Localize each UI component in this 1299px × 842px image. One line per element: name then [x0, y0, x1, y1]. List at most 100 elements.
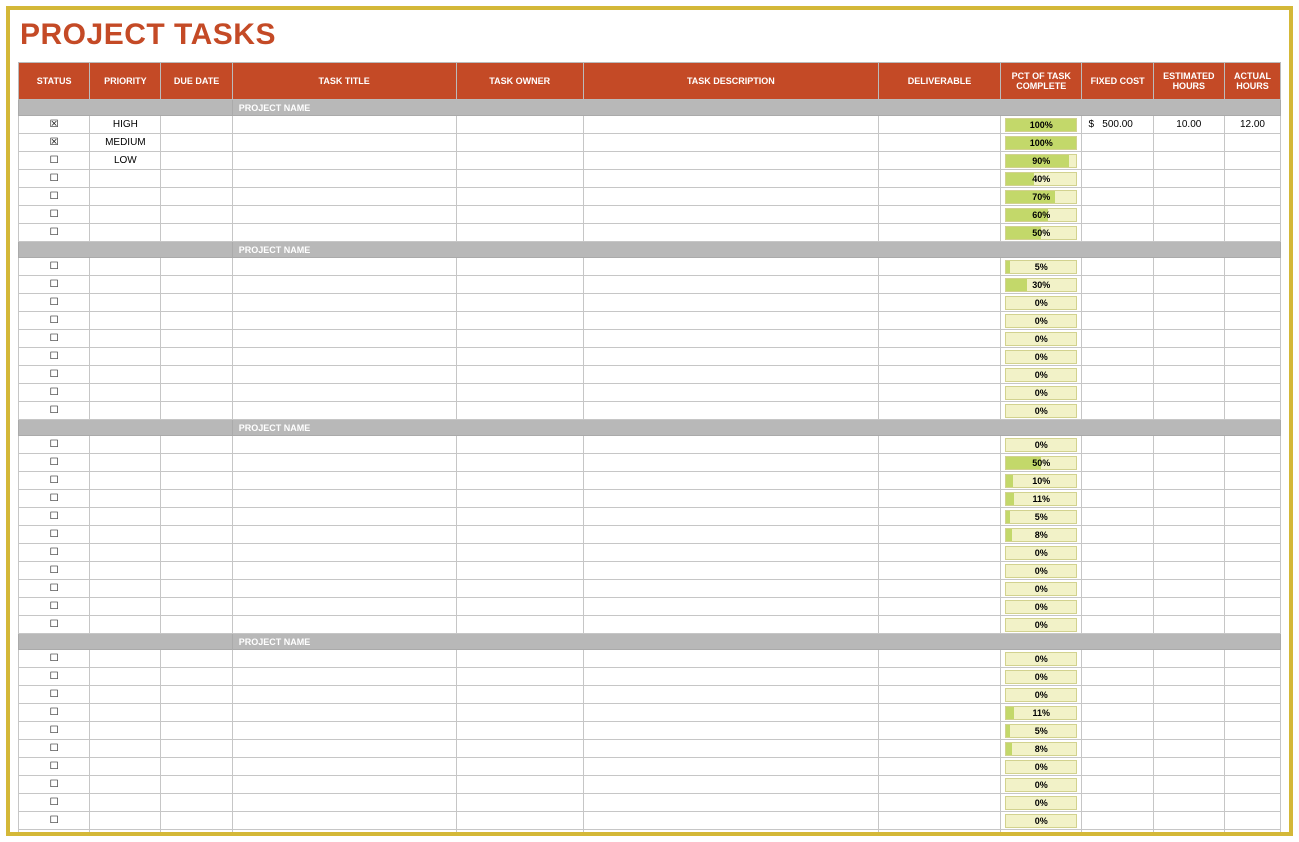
status-checkbox[interactable]: ☐: [19, 384, 90, 402]
task-description-cell[interactable]: [583, 758, 878, 776]
task-description-cell[interactable]: [583, 436, 878, 454]
task-owner-cell[interactable]: [456, 812, 583, 830]
status-checkbox[interactable]: ☐: [19, 704, 90, 722]
col-task-description[interactable]: TASK DESCRIPTION: [583, 63, 878, 100]
est-hours-cell[interactable]: [1153, 740, 1224, 758]
deliverable-cell[interactable]: [878, 562, 1000, 580]
status-checkbox[interactable]: ☐: [19, 668, 90, 686]
deliverable-cell[interactable]: [878, 454, 1000, 472]
status-checkbox[interactable]: ☐: [19, 562, 90, 580]
pct-complete-cell[interactable]: 0%: [1001, 758, 1082, 776]
due-date-cell[interactable]: [161, 294, 232, 312]
est-hours-cell[interactable]: [1153, 598, 1224, 616]
fixed-cost-cell[interactable]: [1082, 722, 1153, 740]
col-task-title[interactable]: TASK TITLE: [232, 63, 456, 100]
pct-complete-cell[interactable]: 0%: [1001, 348, 1082, 366]
fixed-cost-cell[interactable]: [1082, 436, 1153, 454]
due-date-cell[interactable]: [161, 562, 232, 580]
fixed-cost-cell[interactable]: [1082, 330, 1153, 348]
task-title-cell[interactable]: [232, 170, 456, 188]
priority-cell[interactable]: [90, 812, 161, 830]
fixed-cost-cell[interactable]: [1082, 366, 1153, 384]
task-owner-cell[interactable]: [456, 170, 583, 188]
deliverable-cell[interactable]: [878, 384, 1000, 402]
col-status[interactable]: STATUS: [19, 63, 90, 100]
est-hours-cell[interactable]: [1153, 188, 1224, 206]
task-description-cell[interactable]: [583, 330, 878, 348]
actual-hours-cell[interactable]: [1224, 544, 1280, 562]
actual-hours-cell[interactable]: [1224, 704, 1280, 722]
task-description-cell[interactable]: [583, 402, 878, 420]
fixed-cost-cell[interactable]: [1082, 454, 1153, 472]
pct-complete-cell[interactable]: 0%: [1001, 436, 1082, 454]
due-date-cell[interactable]: [161, 508, 232, 526]
task-owner-cell[interactable]: [456, 650, 583, 668]
task-description-cell[interactable]: [583, 616, 878, 634]
est-hours-cell[interactable]: [1153, 686, 1224, 704]
task-title-cell[interactable]: [232, 830, 456, 837]
status-checkbox[interactable]: ☐: [19, 224, 90, 242]
task-title-cell[interactable]: [232, 472, 456, 490]
priority-cell[interactable]: [90, 616, 161, 634]
pct-complete-cell[interactable]: 8%: [1001, 526, 1082, 544]
due-date-cell[interactable]: [161, 544, 232, 562]
due-date-cell[interactable]: [161, 580, 232, 598]
task-description-cell[interactable]: [583, 562, 878, 580]
task-title-cell[interactable]: [232, 490, 456, 508]
actual-hours-cell[interactable]: [1224, 776, 1280, 794]
status-checkbox[interactable]: ☐: [19, 294, 90, 312]
priority-cell[interactable]: [90, 170, 161, 188]
due-date-cell[interactable]: [161, 116, 232, 134]
pct-complete-cell[interactable]: 0%: [1001, 616, 1082, 634]
status-checkbox[interactable]: ☐: [19, 830, 90, 837]
est-hours-cell[interactable]: [1153, 508, 1224, 526]
est-hours-cell[interactable]: [1153, 490, 1224, 508]
col-deliverable[interactable]: DELIVERABLE: [878, 63, 1000, 100]
est-hours-cell[interactable]: [1153, 134, 1224, 152]
task-title-cell[interactable]: [232, 330, 456, 348]
task-description-cell[interactable]: [583, 170, 878, 188]
task-owner-cell[interactable]: [456, 384, 583, 402]
task-description-cell[interactable]: [583, 348, 878, 366]
est-hours-cell[interactable]: 10.00: [1153, 116, 1224, 134]
priority-cell[interactable]: [90, 776, 161, 794]
actual-hours-cell[interactable]: [1224, 650, 1280, 668]
pct-complete-cell[interactable]: 5%: [1001, 722, 1082, 740]
pct-complete-cell[interactable]: 0%: [1001, 668, 1082, 686]
task-description-cell[interactable]: [583, 794, 878, 812]
fixed-cost-cell[interactable]: [1082, 188, 1153, 206]
pct-complete-cell[interactable]: 100%: [1001, 134, 1082, 152]
deliverable-cell[interactable]: [878, 722, 1000, 740]
due-date-cell[interactable]: [161, 188, 232, 206]
task-owner-cell[interactable]: [456, 580, 583, 598]
est-hours-cell[interactable]: [1153, 348, 1224, 366]
est-hours-cell[interactable]: [1153, 544, 1224, 562]
pct-complete-cell[interactable]: 5%: [1001, 508, 1082, 526]
fixed-cost-cell[interactable]: [1082, 384, 1153, 402]
task-description-cell[interactable]: [583, 812, 878, 830]
priority-cell[interactable]: [90, 508, 161, 526]
fixed-cost-cell[interactable]: [1082, 668, 1153, 686]
task-description-cell[interactable]: [583, 704, 878, 722]
due-date-cell[interactable]: [161, 276, 232, 294]
due-date-cell[interactable]: [161, 366, 232, 384]
priority-cell[interactable]: [90, 668, 161, 686]
deliverable-cell[interactable]: [878, 294, 1000, 312]
task-description-cell[interactable]: [583, 490, 878, 508]
actual-hours-cell[interactable]: [1224, 294, 1280, 312]
est-hours-cell[interactable]: [1153, 454, 1224, 472]
deliverable-cell[interactable]: [878, 776, 1000, 794]
actual-hours-cell[interactable]: [1224, 598, 1280, 616]
due-date-cell[interactable]: [161, 224, 232, 242]
due-date-cell[interactable]: [161, 526, 232, 544]
pct-complete-cell[interactable]: 0%: [1001, 366, 1082, 384]
actual-hours-cell[interactable]: [1224, 562, 1280, 580]
task-description-cell[interactable]: [583, 188, 878, 206]
est-hours-cell[interactable]: [1153, 294, 1224, 312]
est-hours-cell[interactable]: [1153, 580, 1224, 598]
est-hours-cell[interactable]: [1153, 812, 1224, 830]
task-title-cell[interactable]: [232, 188, 456, 206]
est-hours-cell[interactable]: [1153, 526, 1224, 544]
status-checkbox[interactable]: ☐: [19, 686, 90, 704]
priority-cell[interactable]: [90, 650, 161, 668]
